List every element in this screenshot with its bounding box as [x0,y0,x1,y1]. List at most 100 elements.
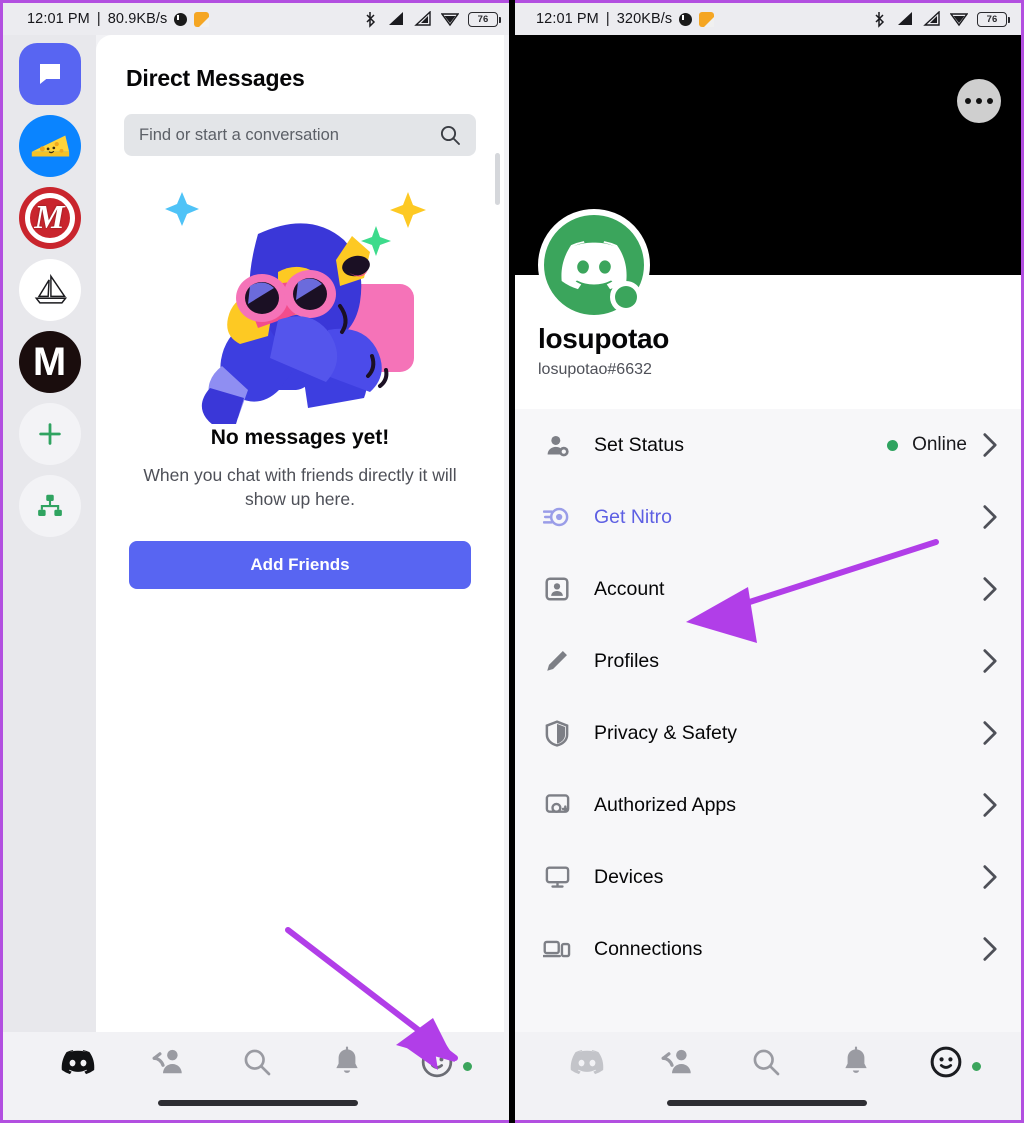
battery-icon: 76 [468,11,501,27]
signal-2-icon [414,11,431,26]
friends-icon [661,1049,691,1074]
sidebar-item-m-red-server[interactable]: M [18,187,81,249]
wifi-icon [950,13,968,27]
nav-notifications[interactable] [302,1046,392,1078]
sidebar-item-sailboat-server[interactable] [18,259,81,321]
status-separator: | [96,11,101,27]
chevron-right-icon [983,577,997,601]
settings-row-devices[interactable]: Devices [512,841,1021,913]
status-network-speed: 80.9KB/s [107,11,168,27]
monitor-icon [542,864,572,890]
person-status-icon [542,432,572,459]
screenshot-stage: 12:01 PM | 80.9KB/s 76 M M Direct Messag… [0,0,1024,1123]
sidebar-item-add-server[interactable] [18,403,81,465]
gesture-bar [157,1100,358,1106]
add-friends-button[interactable]: Add Friends [129,541,471,590]
right-phone-screenshot: 12:01 PM | 320KB/s 76 losupotao losupota… [512,0,1024,1123]
settings-row-label: Get Nitro [594,505,673,528]
battery-level: 76 [986,13,998,25]
settings-row-label: Authorized Apps [594,793,737,816]
sidebar-item-cheese-server[interactable] [18,115,81,177]
compass-tree-icon [37,494,62,516]
page-title: Direct Messages [126,65,305,91]
status-separator: | [605,11,610,27]
phone-divider [509,0,515,1123]
nav-search[interactable] [213,1046,303,1078]
note-icon [699,11,715,27]
settings-row-value: Online [912,434,967,455]
search-icon [754,1049,780,1076]
online-status-dot [460,1060,474,1073]
status-network-speed: 320KB/s [616,11,673,27]
settings-row-profiles[interactable]: Profiles [512,625,1021,697]
bell-icon [845,1046,867,1073]
nav-friends[interactable] [123,1047,213,1077]
nav-servers[interactable] [542,1048,632,1076]
nav-profile[interactable] [392,1045,482,1079]
search-input[interactable]: Find or start a conversation [124,114,476,156]
sidebar-item-m-dark-server[interactable]: M [18,331,81,393]
plus-icon [38,423,61,445]
bluetooth-icon [366,11,376,28]
bottom-nav-bar [3,1032,512,1120]
battery-icon: 76 [977,11,1010,27]
settings-row-privacy-safety[interactable]: Privacy & Safety [512,697,1021,769]
settings-row-set-status[interactable]: Set Status Online [512,409,1021,481]
status-dot [887,439,899,451]
status-time: 12:01 PM [27,11,90,27]
server-rail: M M [3,35,96,1072]
nav-servers[interactable] [33,1048,123,1076]
status-time: 12:01 PM [536,11,599,27]
chevron-right-icon [983,937,997,961]
settings-row-account[interactable]: Account [512,553,1021,625]
search-placeholder: Find or start a conversation [139,125,339,144]
settings-row-label: Account [594,577,665,600]
sidebar-item-explore-servers[interactable] [18,475,81,537]
settings-row-label: Profiles [594,649,660,672]
mute-icon [679,12,693,26]
friends-icon [152,1049,182,1074]
chevron-right-icon [983,721,997,745]
nav-search[interactable] [722,1046,812,1078]
search-icon [245,1049,271,1076]
settings-row-connections[interactable]: Connections [512,913,1021,985]
empty-state: No messages yet! When you chat with frie… [96,174,504,590]
shield-icon [542,719,572,747]
cheese-icon [31,135,69,157]
presence-badge [610,281,642,313]
sidebar-item-direct-messages[interactable] [18,43,81,105]
nav-friends[interactable] [632,1047,722,1077]
user-avatar-icon [421,1046,453,1078]
bottom-nav-bar [512,1032,1021,1120]
more-horizontal-icon[interactable] [957,79,1001,123]
wifi-icon [441,13,459,27]
left-phone-screenshot: 12:01 PM | 80.9KB/s 76 M M Direct Messag… [0,0,512,1123]
scrollbar-thumb[interactable] [495,153,500,205]
discord-icon [570,1050,604,1075]
status-bar: 12:01 PM | 80.9KB/s 76 [3,3,512,35]
sidebar-item-label: M [32,339,67,384]
settings-row-label: Privacy & Safety [594,721,738,744]
discord-icon [61,1050,95,1075]
settings-row-authorized-apps[interactable]: Authorized Apps [512,769,1021,841]
laptop-phone-icon [542,936,572,962]
battery-level: 76 [477,13,489,25]
empty-state-body: When you chat with friends directly it w… [143,465,457,509]
signal-1-icon [898,12,912,25]
signal-1-icon [389,12,403,25]
avatar[interactable] [538,209,650,321]
settings-list: Set Status Online Get Nitro Account Prof… [512,409,1021,1072]
chevron-right-icon [983,793,997,817]
search-icon [440,125,460,145]
nav-profile[interactable] [901,1045,991,1079]
chevron-right-icon [983,505,997,529]
apps-icon [542,792,572,818]
online-status-dot [969,1060,983,1073]
wumpus-binoculars-illustration [165,192,426,424]
gesture-bar [666,1100,867,1106]
signal-2-icon [923,11,940,26]
settings-row-get-nitro[interactable]: Get Nitro [512,481,1021,553]
note-icon [194,11,210,27]
nav-notifications[interactable] [811,1046,901,1078]
user-avatar-icon [930,1046,962,1078]
